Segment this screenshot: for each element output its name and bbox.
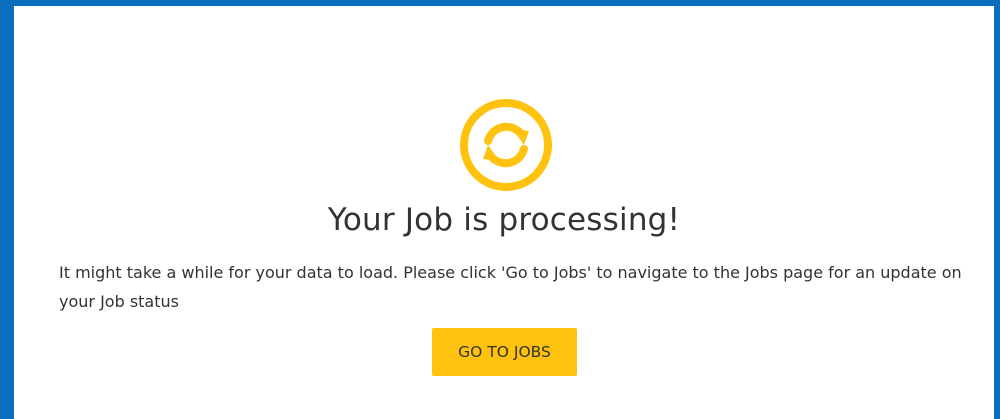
sync-icon xyxy=(458,97,554,193)
go-to-jobs-button[interactable]: GO TO JOBS xyxy=(432,328,577,376)
page-title: Your Job is processing! xyxy=(327,202,681,238)
status-message: It might take a while for your data to l… xyxy=(59,263,962,311)
job-status-panel: Your Job is processing! It might take a … xyxy=(14,6,994,419)
